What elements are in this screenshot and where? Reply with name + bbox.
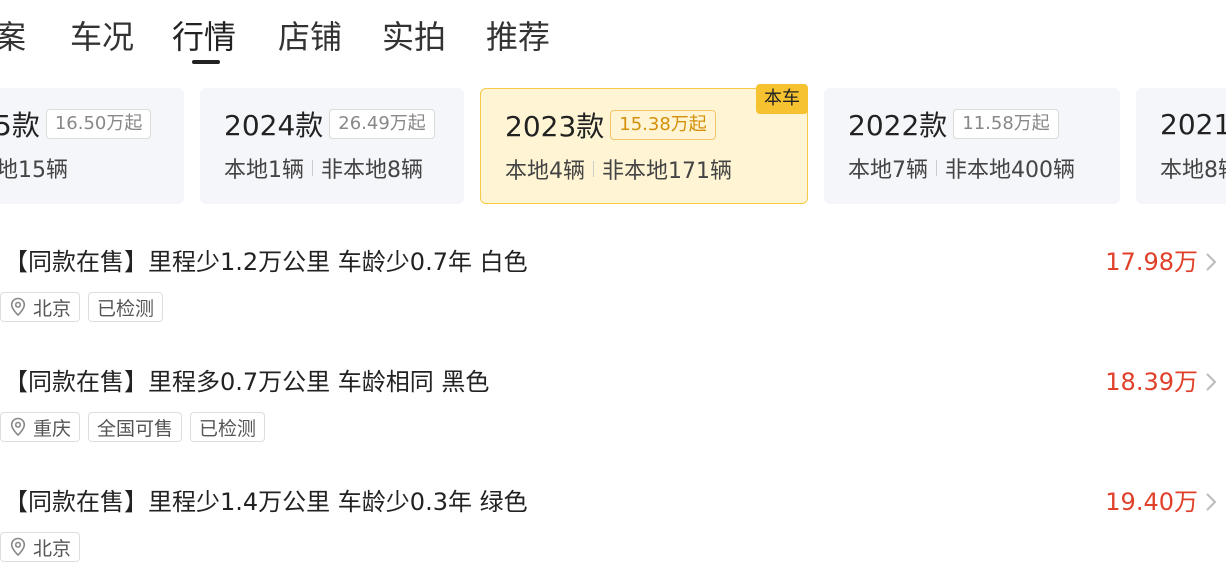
nonlocal-count: 非本地8辆: [321, 158, 423, 183]
listing-title: 【同款在售】里程多0.7万公里 车龄相同 黑色: [4, 368, 490, 396]
tab-recommend[interactable]: 推荐: [486, 16, 550, 58]
listing-row[interactable]: 【同款在售】里程多0.7万公里 车龄相同 黑色 18.39万 重庆 全国可售 已…: [0, 366, 1226, 462]
nonlocal-count: 非本地171辆: [602, 159, 732, 184]
year-label: 2024款: [224, 109, 324, 142]
tag: 全国可售: [88, 412, 183, 442]
listing-price: 18.39万: [1105, 368, 1198, 396]
location-label: 北京: [33, 537, 72, 560]
year-label: 2023款: [505, 110, 605, 143]
listing-row[interactable]: 【同款在售】里程少1.4万公里 车龄少0.3年 绿色 19.40万 北京: [0, 486, 1226, 564]
chevron-right-icon: [1206, 253, 1217, 271]
nonlocal-count: 非本地400辆: [945, 158, 1075, 183]
location-tag: 重庆: [0, 412, 81, 442]
tab-bar: 案 车况 行情 店铺 实拍 推荐: [0, 0, 1226, 70]
location-label: 重庆: [33, 417, 72, 440]
local-count: 本地8辆: [1160, 158, 1226, 183]
divider: [593, 161, 594, 177]
starting-price: 26.49万起: [329, 109, 435, 139]
nonlocal-count: 地15辆: [0, 158, 68, 183]
divider: [936, 160, 937, 176]
tag-list: 北京 已检测: [0, 292, 164, 322]
chevron-right-icon: [1206, 373, 1217, 391]
tag: 已检测: [88, 292, 164, 322]
active-tab-indicator: [192, 60, 220, 64]
chevron-right-icon: [1206, 493, 1217, 511]
tag-list: 重庆 全国可售 已检测: [0, 412, 266, 442]
tag: 已检测: [190, 412, 266, 442]
starting-price: 11.58万起: [953, 109, 1059, 139]
location-tag: 北京: [0, 292, 81, 322]
starting-price: 16.50万起: [45, 109, 152, 139]
tab-market[interactable]: 行情: [172, 16, 236, 58]
year-card[interactable]: 2021 本地8辆: [1136, 88, 1226, 204]
year-label: 2022款: [848, 109, 948, 142]
location-label: 北京: [33, 297, 72, 320]
local-count: 本地7辆: [848, 158, 928, 183]
listing-title: 【同款在售】里程少1.2万公里 车龄少0.7年 白色: [4, 248, 528, 276]
starting-price: 15.38万起: [610, 110, 716, 140]
listing-price: 17.98万: [1105, 248, 1198, 276]
year-card-carousel: 5款 16.50万起 地15辆 2024款 26.49万起 本地1辆 非本地8辆…: [0, 84, 1226, 204]
listing-price: 19.40万: [1105, 488, 1198, 516]
year-label: 2021: [1160, 107, 1226, 141]
location-pin-icon: [10, 297, 26, 317]
year-card[interactable]: 2024款 26.49万起 本地1辆 非本地8辆: [200, 88, 464, 204]
local-count: 本地4辆: [505, 159, 585, 184]
tab-photos[interactable]: 实拍: [382, 16, 446, 58]
location-pin-icon: [10, 537, 26, 557]
this-car-badge: 本车: [756, 84, 808, 114]
page: 案 车况 行情 店铺 实拍 推荐 5款 16.50万起 地15辆 2024款 2…: [0, 0, 1226, 564]
tag-list: 北京: [0, 532, 81, 562]
year-card[interactable]: 5款 16.50万起 地15辆: [0, 88, 184, 204]
listing-row[interactable]: 【同款在售】里程少1.2万公里 车龄少0.7年 白色 17.98万 北京 已检测: [0, 246, 1226, 342]
tab-archive[interactable]: 案: [0, 16, 26, 58]
location-tag: 北京: [0, 532, 81, 562]
year-card[interactable]: 2022款 11.58万起 本地7辆 非本地400辆: [824, 88, 1120, 204]
location-pin-icon: [10, 417, 26, 437]
year-card-selected[interactable]: 本车 2023款 15.38万起 本地4辆 非本地171辆: [480, 84, 808, 204]
tab-condition[interactable]: 车况: [70, 16, 134, 58]
listing-title: 【同款在售】里程少1.4万公里 车龄少0.3年 绿色: [4, 488, 528, 516]
local-count: 本地1辆: [224, 158, 304, 183]
divider: [312, 160, 313, 176]
tab-store[interactable]: 店铺: [278, 16, 342, 58]
year-label: 5款: [0, 109, 40, 142]
